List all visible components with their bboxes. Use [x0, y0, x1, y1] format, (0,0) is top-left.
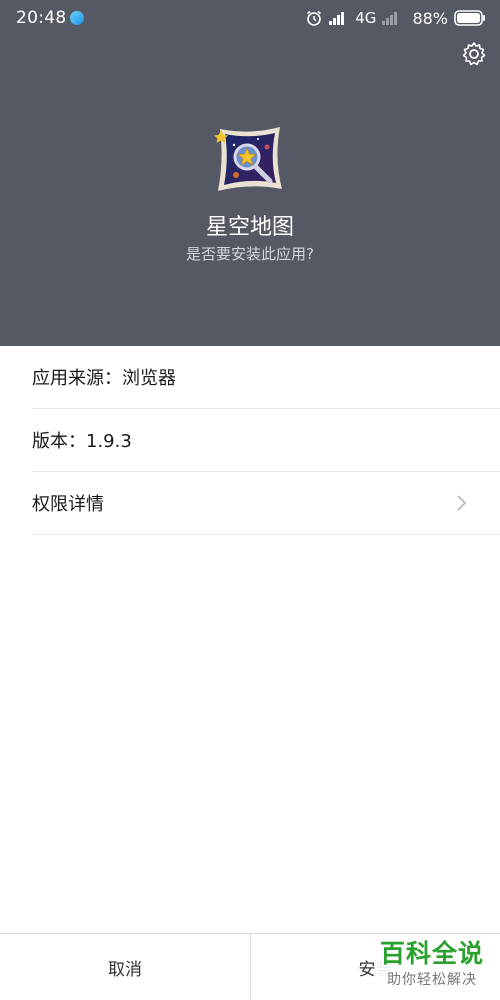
- permission-details-row[interactable]: 权限详情: [32, 472, 500, 535]
- status-bar: 20:48 4G 88%: [0, 0, 500, 36]
- app-source-label: 应用来源：浏览器: [32, 368, 176, 389]
- install-header: 20:48 4G 88% 星空地图 是否要安装此应用?: [0, 0, 500, 346]
- app-version-label: 版本：1.9.3: [32, 431, 132, 452]
- watermark: 百科全说 助你轻松解决: [376, 938, 488, 994]
- notification-dot-icon: [70, 11, 84, 25]
- app-name: 星空地图: [205, 215, 294, 240]
- cancel-button[interactable]: 取消: [0, 934, 250, 1000]
- app-version-row: 版本：1.9.3: [32, 409, 500, 472]
- settings-gear-icon[interactable]: [460, 40, 488, 68]
- app-source-row: 应用来源：浏览器: [32, 346, 500, 409]
- alarm-icon: [307, 10, 322, 26]
- watermark-subtitle: 助你轻松解决: [387, 972, 477, 988]
- signal-weak-icon: [382, 12, 398, 25]
- network-type: 4G: [355, 9, 377, 27]
- install-question: 是否要安装此应用?: [186, 245, 314, 263]
- status-time: 20:48: [16, 8, 67, 28]
- app-icon: [214, 127, 282, 191]
- status-icons: 4G 88%: [305, 6, 486, 30]
- watermark-title: 百科全说: [379, 939, 484, 968]
- permission-details-label: 权限详情: [32, 494, 104, 515]
- chevron-right-icon: [457, 495, 467, 511]
- signal-icon: [329, 12, 345, 25]
- battery-icon: [454, 10, 485, 26]
- battery-percent: 88%: [412, 8, 448, 28]
